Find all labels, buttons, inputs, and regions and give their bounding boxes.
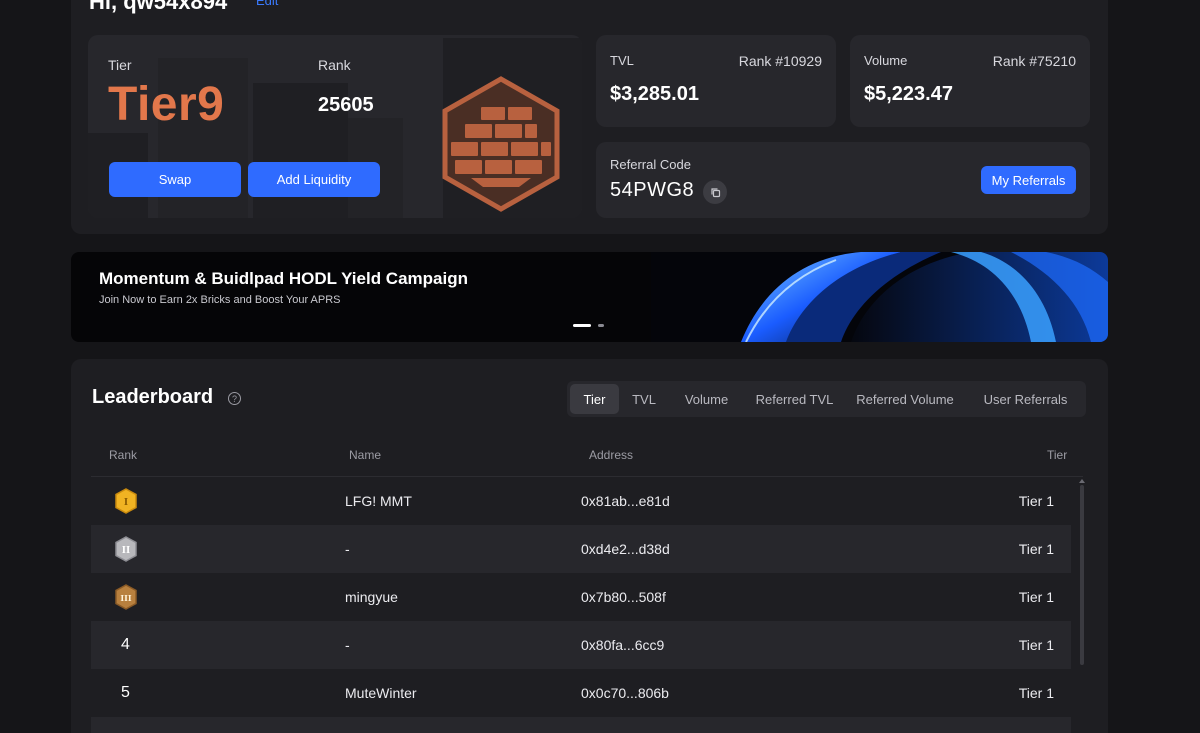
carousel-dot[interactable]: [598, 324, 604, 327]
name-cell: -: [345, 541, 350, 557]
medal-numeral: I: [124, 498, 128, 508]
rank-value: 25605: [318, 94, 374, 116]
brick-wall-hexagon-icon: [442, 76, 560, 212]
question-circle-icon[interactable]: ?: [228, 392, 241, 405]
tier-cell: Tier 1: [1018, 589, 1054, 605]
tab-tier[interactable]: Tier: [570, 384, 619, 414]
address-cell[interactable]: 0x7b80...508f: [581, 573, 666, 621]
table-row[interactable]: III mingyue 0x7b80...508f Tier 1: [91, 573, 1071, 621]
leaderboard-tabs: Tier TVL Volume Referred TVL Referred Vo…: [567, 381, 1086, 417]
rank-cell: II: [115, 525, 137, 573]
rank-label: Rank: [318, 57, 351, 73]
tab-tvl[interactable]: TVL: [622, 384, 666, 414]
table-row[interactable]: [91, 717, 1071, 733]
tab-user-referrals[interactable]: User Referrals: [968, 384, 1083, 414]
carousel-dot-active[interactable]: [573, 324, 591, 327]
volume-label: Volume: [864, 53, 908, 68]
tier-cell: Tier 1: [1018, 493, 1054, 509]
gold-medal-icon: I: [115, 488, 137, 514]
bronze-medal-icon: III: [115, 584, 137, 610]
name-cell: MuteWinter: [345, 685, 417, 701]
banner-title: Momentum & Buidlpad HODL Yield Campaign: [99, 269, 468, 288]
my-referrals-button[interactable]: My Referrals: [981, 166, 1076, 194]
name-cell: -: [345, 637, 350, 653]
address-cell[interactable]: 0x0c70...806b: [581, 669, 669, 717]
address-cell[interactable]: 0x81ab...e81d: [581, 477, 670, 525]
swap-button[interactable]: Swap: [109, 162, 241, 197]
tab-referred-volume[interactable]: Referred Volume: [845, 384, 965, 414]
volume-card: Volume Rank #75210 $5,223.47: [850, 35, 1090, 127]
add-liquidity-button[interactable]: Add Liquidity: [248, 162, 380, 197]
tier-cell: Tier 1: [1018, 541, 1054, 557]
leaderboard-panel: Leaderboard ? Tier TVL Volume Referred T…: [71, 359, 1108, 733]
tier-label: Tier: [108, 57, 132, 73]
banner-subtitle: Join Now to Earn 2x Bricks and Boost You…: [99, 294, 341, 306]
rank-cell: 4: [121, 636, 130, 653]
name-cell: mingyue: [345, 589, 398, 605]
tier-card: Tier Tier9 Rank 25605 Swap Add Liquidity: [88, 35, 582, 218]
rank-cell: I: [115, 477, 137, 525]
greeting-title: Hi, qw54x894: [89, 0, 228, 14]
abstract-art-graphic: [651, 252, 1108, 342]
rank-cell: III: [115, 573, 137, 621]
tier-cell: Tier 1: [1018, 637, 1054, 653]
scroll-up-icon[interactable]: [1079, 479, 1085, 483]
table-row[interactable]: 5 MuteWinter 0x0c70...806b Tier 1: [91, 669, 1071, 717]
tvl-label: TVL: [610, 53, 634, 68]
tab-volume[interactable]: Volume: [669, 384, 744, 414]
address-cell[interactable]: 0xd4e2...d38d: [581, 525, 670, 573]
column-header-name: Name: [349, 448, 382, 462]
tier-cell: Tier 1: [1018, 685, 1054, 701]
referral-card: Referral Code 54PWG8 My Referrals: [596, 142, 1090, 218]
column-header-tier: Tier: [1047, 448, 1068, 462]
referral-code-label: Referral Code: [610, 157, 691, 172]
address-cell[interactable]: 0x80fa...6cc9: [581, 621, 664, 669]
tvl-value: $3,285.01: [610, 83, 699, 105]
leaderboard-title: Leaderboard: [92, 386, 214, 408]
silver-medal-icon: II: [115, 536, 137, 562]
scrollbar[interactable]: [1080, 485, 1084, 665]
referral-code: 54PWG8: [610, 179, 695, 201]
copy-icon[interactable]: [703, 180, 727, 204]
table-row[interactable]: II - 0xd4e2...d38d Tier 1: [91, 525, 1071, 573]
name-cell: LFG! MMT: [345, 493, 412, 509]
tier-value: Tier9: [108, 78, 225, 131]
tvl-card: TVL Rank #10929 $3,285.01: [596, 35, 836, 127]
copy-icon-glyph: [710, 187, 720, 197]
tab-referred-tvl[interactable]: Referred TVL: [747, 384, 842, 414]
edit-link[interactable]: Edit: [256, 0, 278, 8]
column-header-address: Address: [589, 448, 634, 462]
medal-numeral: II: [122, 546, 130, 556]
table-row[interactable]: 4 - 0x80fa...6cc9 Tier 1: [91, 621, 1071, 669]
tvl-rank: Rank #10929: [738, 53, 822, 69]
campaign-banner[interactable]: Momentum & Buidlpad HODL Yield Campaign …: [71, 252, 1108, 342]
rank-cell: 5: [121, 684, 130, 701]
volume-value: $5,223.47: [864, 83, 953, 105]
volume-rank: Rank #75210: [992, 53, 1076, 69]
column-header-rank: Rank: [109, 448, 138, 462]
table-row[interactable]: I LFG! MMT 0x81ab...e81d Tier 1: [91, 477, 1071, 525]
medal-numeral: III: [120, 593, 131, 603]
